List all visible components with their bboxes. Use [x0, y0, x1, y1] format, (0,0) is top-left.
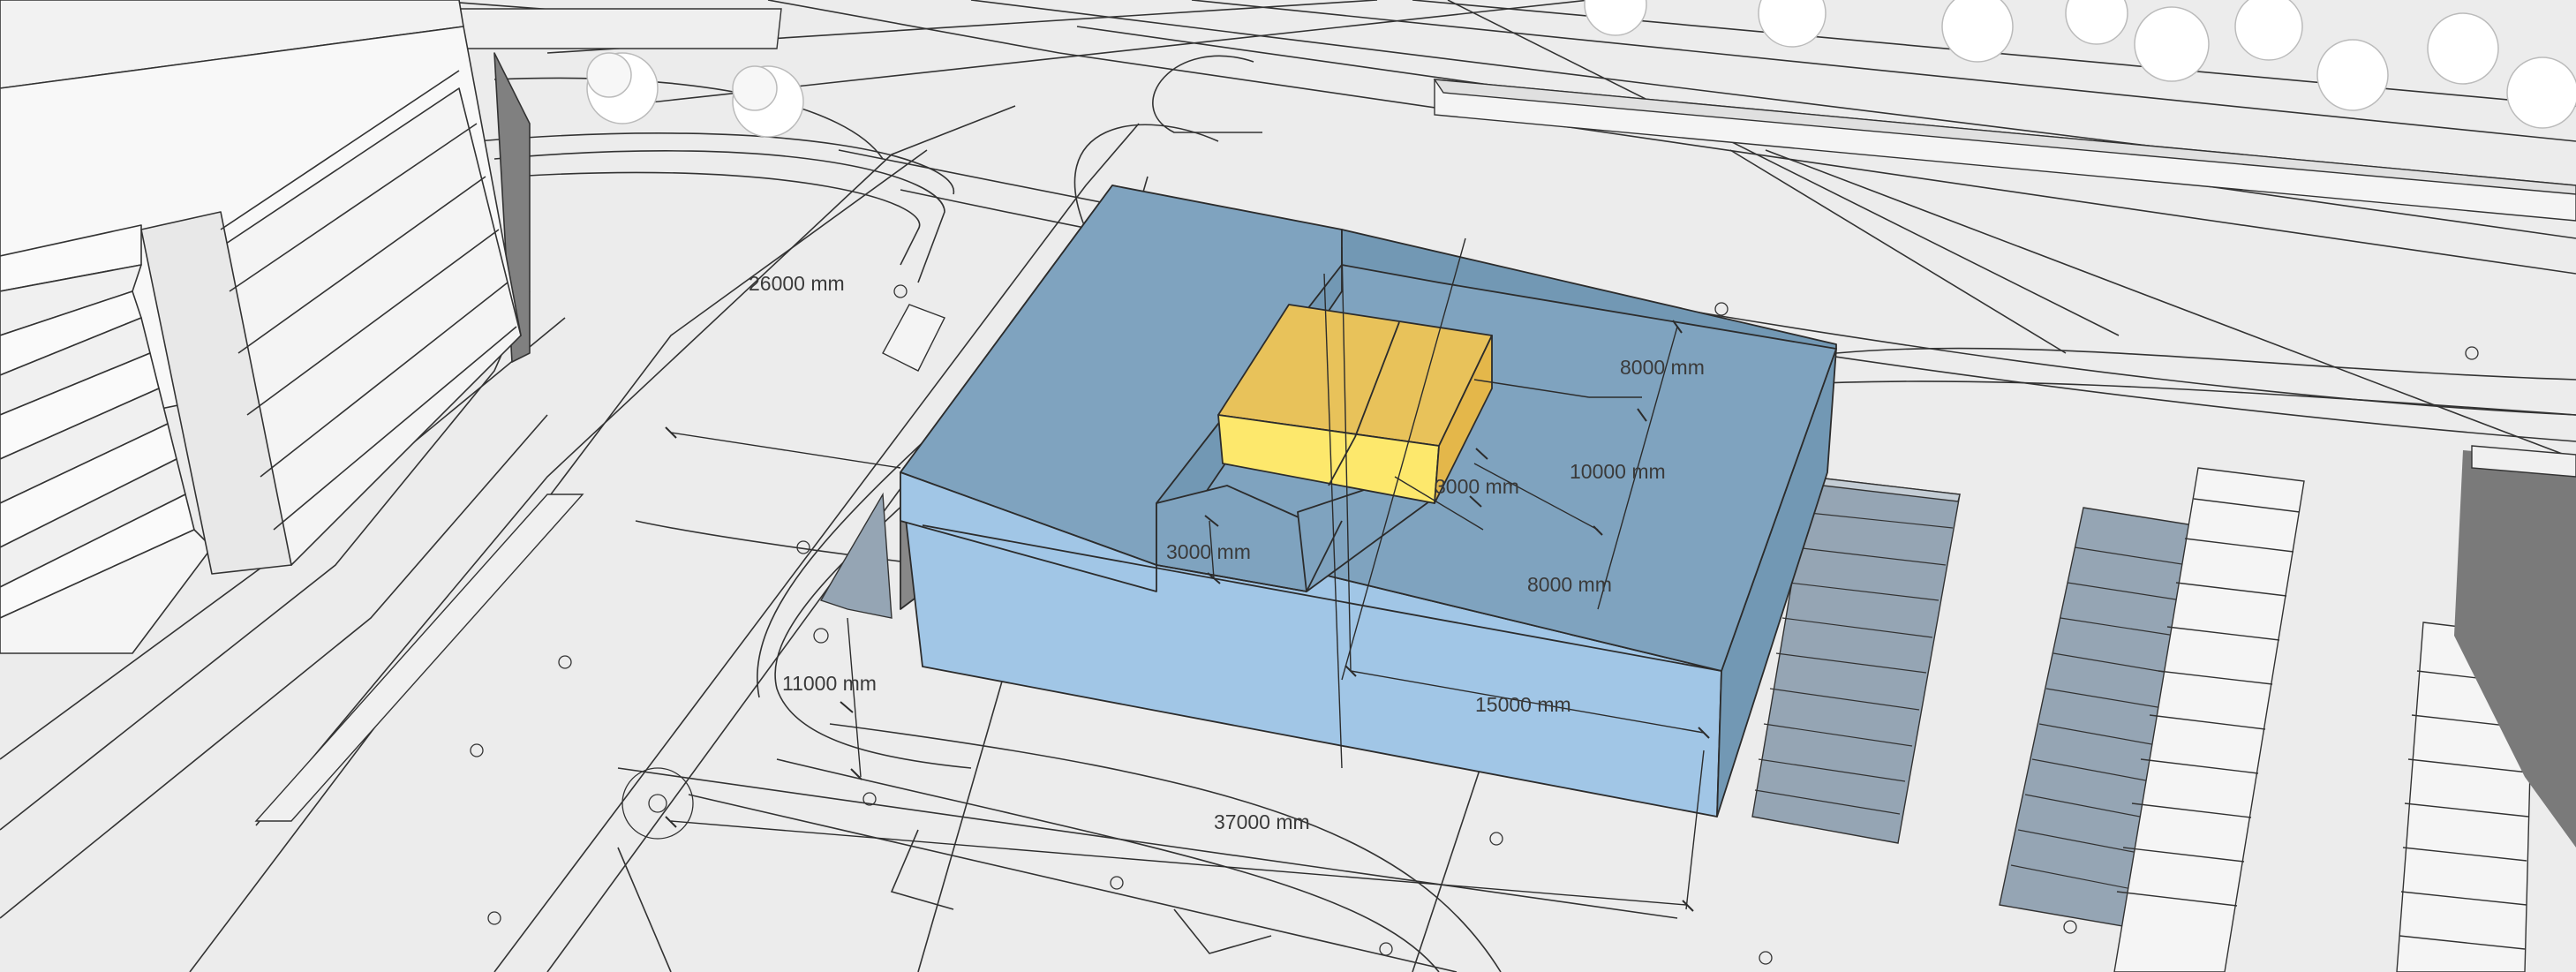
tree — [1941, 0, 2014, 63]
dimension-26000: 26000 mm — [749, 272, 845, 295]
tree — [2427, 12, 2499, 85]
dimension-37000: 37000 mm — [1214, 810, 1310, 833]
dimension-10000: 10000 mm — [1570, 460, 1666, 483]
tree — [2134, 6, 2210, 82]
dimension-3000-upper: 3000 mm — [1435, 475, 1519, 498]
dimension-3000-lower: 3000 mm — [1166, 540, 1251, 563]
dimension-15000: 15000 mm — [1475, 693, 1571, 716]
tree — [2234, 0, 2303, 61]
dimension-11000: 11000 mm — [782, 672, 877, 695]
site-model-view: 26000 mm 8000 mm 10000 mm 3000 mm 3000 m… — [0, 0, 2576, 972]
tree — [2316, 39, 2389, 111]
dimension-8000-side: 8000 mm — [1527, 573, 1612, 596]
dimension-8000-top: 8000 mm — [1620, 356, 1705, 379]
tree — [2506, 57, 2576, 129]
